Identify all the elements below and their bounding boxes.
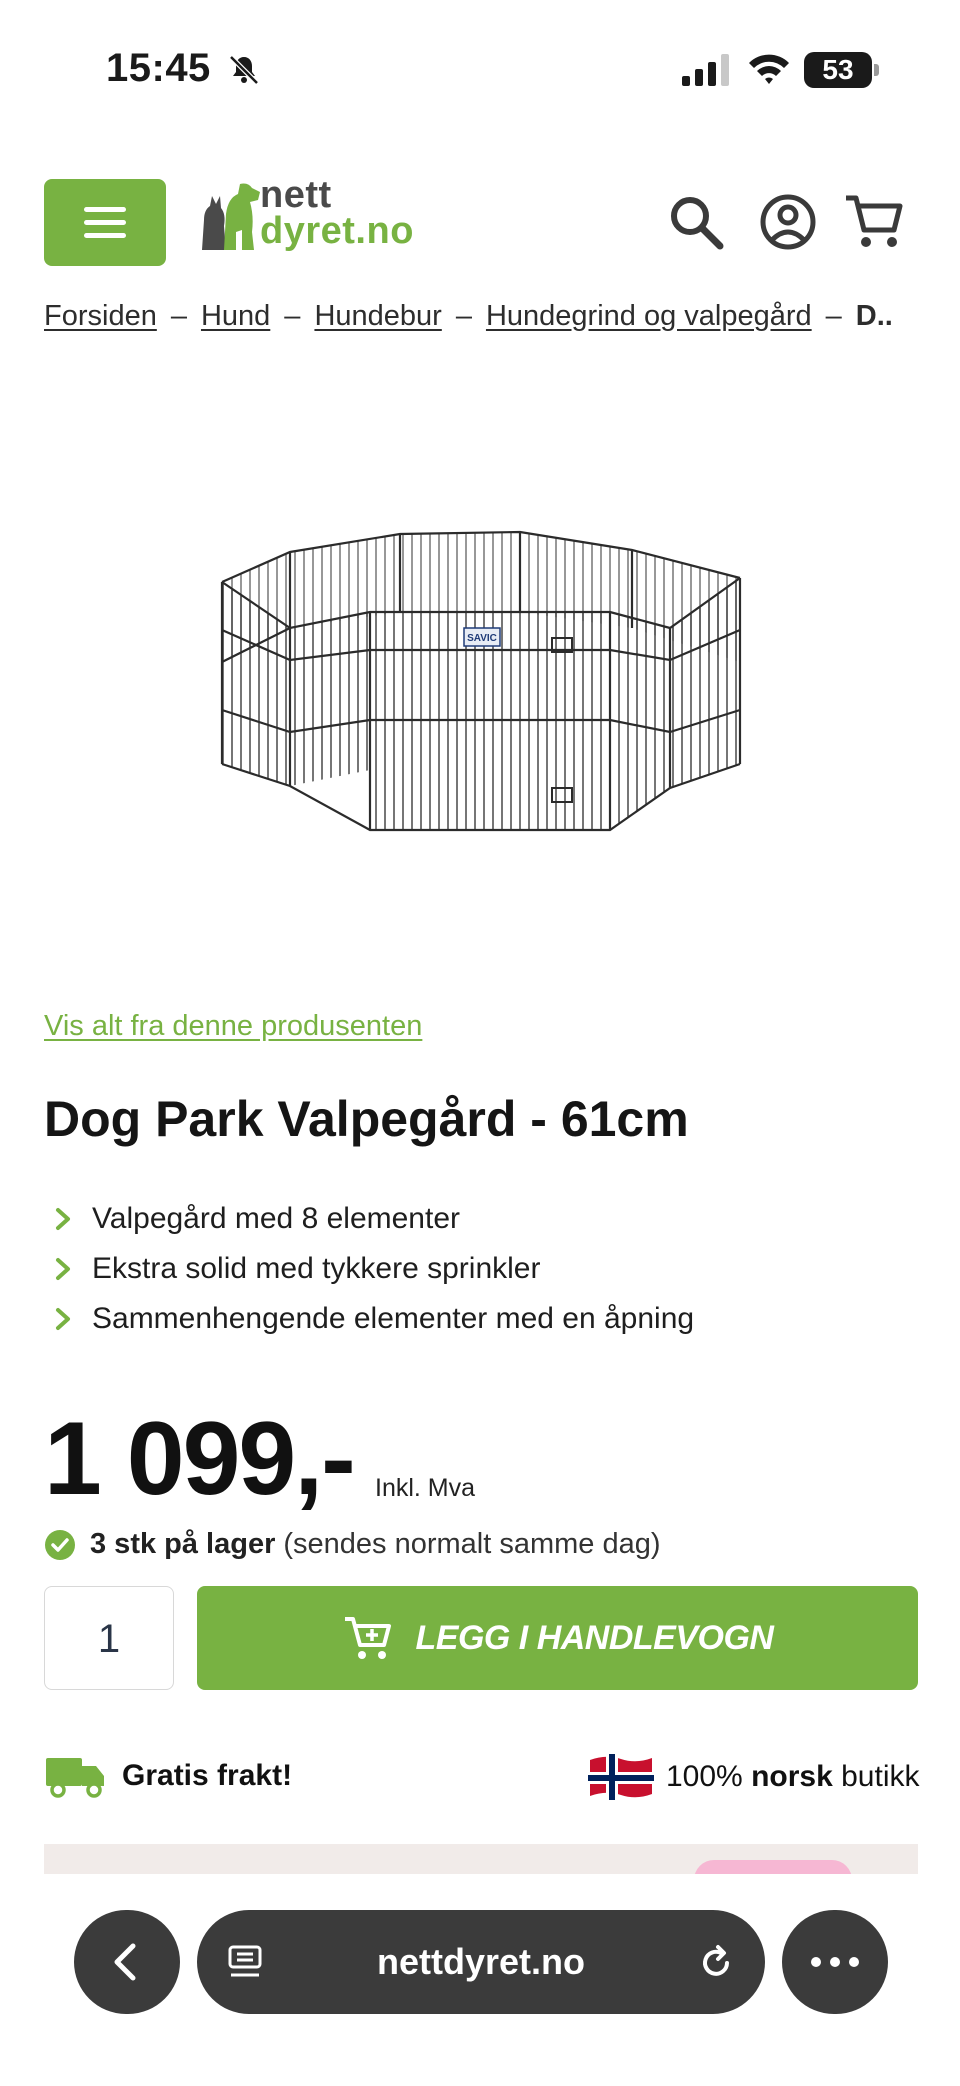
feature-item: Valpegård med 8 elementer	[44, 1194, 904, 1244]
norsk-suffix: butikk	[841, 1760, 920, 1793]
cellular-signal-icon	[682, 54, 729, 86]
logo-text-dyret: dyret.no	[260, 210, 414, 252]
quantity-input[interactable]: 1	[44, 1586, 174, 1690]
promo-badge	[694, 1860, 852, 1874]
product-brand-label: SAVIC	[467, 633, 497, 644]
breadcrumb-current: D..	[855, 300, 893, 332]
back-button[interactable]	[74, 1910, 180, 2014]
search-icon[interactable]	[664, 190, 728, 254]
url-text: nettdyret.no	[376, 1941, 585, 1982]
breadcrumb-item-hundegrind[interactable]: Hundegrind og valpegård	[486, 300, 812, 332]
pets-logo-icon	[202, 183, 260, 250]
reload-icon[interactable]	[697, 1944, 735, 1982]
battery-indicator: 53	[804, 52, 872, 88]
breadcrumb-item-forsiden[interactable]: Forsiden	[44, 300, 157, 332]
manufacturer-link[interactable]: Vis alt fra denne produsenten	[44, 1010, 422, 1043]
chevron-left-icon	[114, 1943, 136, 1981]
stock-status: 3 stk på lager (sendes normalt samme dag…	[44, 1528, 661, 1561]
breadcrumb-item-hund[interactable]: Hund	[201, 300, 270, 332]
breadcrumb-separator: –	[825, 300, 842, 332]
more-options-button[interactable]	[782, 1910, 888, 2014]
product-price: 1 099,-	[44, 1401, 356, 1517]
feature-text: Sammenhengende elementer med en åpning	[92, 1302, 695, 1335]
free-shipping: Gratis frakt!	[44, 1754, 292, 1798]
breadcrumb-separator: –	[284, 300, 301, 332]
stock-note: (sendes normalt samme dag)	[283, 1528, 661, 1560]
cart-icon	[344, 1617, 391, 1659]
more-dots-icon	[811, 1957, 859, 1967]
cart-icon[interactable]	[842, 190, 906, 254]
product-image[interactable]: SAVIC	[210, 520, 750, 850]
feature-text: Valpegård med 8 elementer	[92, 1202, 460, 1235]
breadcrumb-separator: –	[455, 300, 472, 332]
battery-tip	[874, 64, 879, 76]
norway-flag-icon	[588, 1754, 654, 1800]
chevron-right-icon	[56, 1308, 70, 1330]
silent-bell-icon	[229, 55, 259, 85]
add-to-cart-button[interactable]: LEGG I HANDLEVOGN	[197, 1586, 918, 1690]
norwegian-store: 100% norsk butikk	[588, 1754, 920, 1800]
breadcrumb-separator: –	[170, 300, 187, 332]
menu-button[interactable]	[44, 179, 166, 266]
check-circle-icon	[45, 1529, 75, 1560]
vat-note: Inkl. Mva	[375, 1474, 476, 1502]
address-bar[interactable]: nettdyret.no	[197, 1910, 765, 2014]
chevron-right-icon	[56, 1208, 70, 1230]
breadcrumb: Forsiden – Hund – Hundebur – Hundegrind og val…	[44, 300, 924, 344]
feature-item: Ekstra solid med tykkere sprinkler	[44, 1244, 904, 1294]
wifi-icon	[749, 54, 789, 84]
feature-list: Valpegård med 8 elementer Ekstra solid m…	[44, 1194, 904, 1344]
stock-count: 3 stk på lager	[90, 1528, 276, 1560]
chevron-right-icon	[56, 1258, 70, 1280]
status-time: 15:45	[106, 46, 211, 90]
norsk-prefix: 100%	[666, 1760, 743, 1793]
free-shipping-text: Gratis frakt!	[122, 1759, 293, 1792]
account-icon[interactable]	[756, 190, 820, 254]
promo-banner[interactable]	[44, 1844, 918, 1874]
breadcrumb-item-hundebur[interactable]: Hundebur	[314, 300, 441, 332]
norsk-bold: norsk	[751, 1760, 833, 1793]
product-title: Dog Park Valpegård - 61cm	[44, 1091, 689, 1147]
feature-text: Ekstra solid med tykkere sprinkler	[92, 1252, 541, 1285]
site-logo[interactable]: nett dyret.no	[198, 174, 428, 256]
truck-icon	[46, 1758, 104, 1798]
feature-item: Sammenhengende elementer med en åpning	[44, 1294, 904, 1344]
add-to-cart-label: LEGG I HANDLEVOGN	[415, 1618, 774, 1657]
